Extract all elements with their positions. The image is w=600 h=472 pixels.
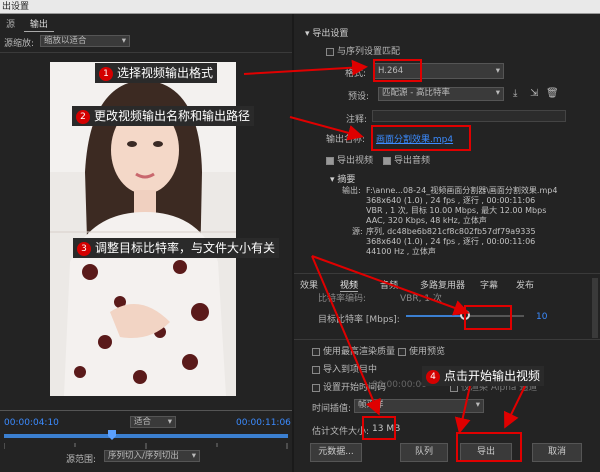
annotation-number: 1 <box>99 66 113 81</box>
annotation-3: 3 调整目标比特率，与文件大小有关 <box>73 238 280 258</box>
annotation-2: 2 更改视频输出名称和输出路径 <box>72 106 255 126</box>
annotation-number: 3 <box>77 241 91 256</box>
annotation-number: 4 <box>426 369 440 384</box>
arrow-4a <box>454 385 471 434</box>
annotation-arrows <box>243 59 526 434</box>
arrow-4b <box>504 385 526 429</box>
arrow-3a <box>311 255 470 316</box>
annotation-text: 选择视频输出格式 <box>117 66 214 80</box>
arrow-2 <box>289 116 364 141</box>
annotation-1: 1 选择视频输出格式 <box>95 63 218 83</box>
annotation-text: 点击开始输出视频 <box>444 369 541 383</box>
arrow-3b <box>311 255 381 416</box>
annotation-number: 2 <box>76 109 90 124</box>
arrow-1 <box>243 59 368 76</box>
annotation-4: 4 点击开始输出视频 <box>422 366 545 386</box>
annotation-text: 更改视频输出名称和输出路径 <box>94 109 251 123</box>
annotation-text: 调整目标比特率，与文件大小有关 <box>95 241 276 255</box>
